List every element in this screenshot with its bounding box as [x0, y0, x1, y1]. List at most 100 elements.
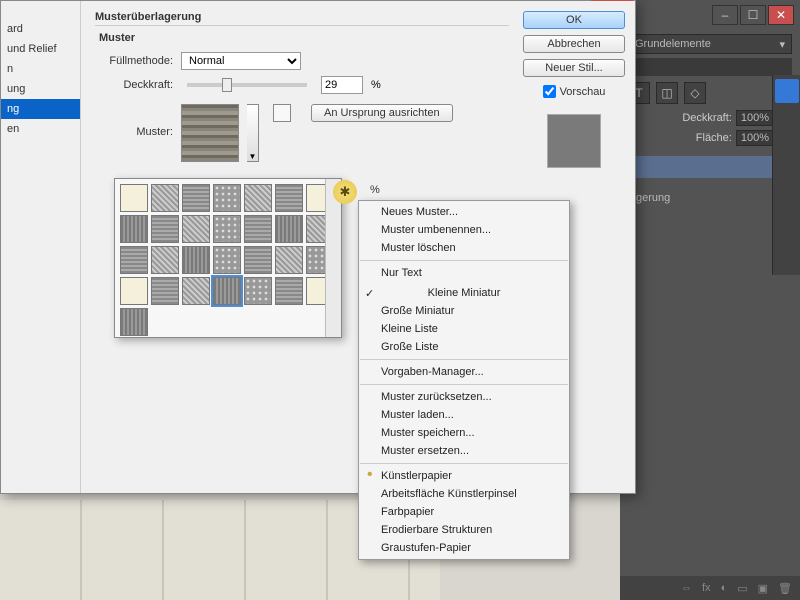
pattern-swatch[interactable]: [306, 184, 325, 212]
folder-icon[interactable]: ▭: [737, 582, 747, 595]
cancel-button[interactable]: Abbrechen: [523, 35, 625, 53]
collapsed-panel-strip[interactable]: [772, 75, 800, 275]
pattern-swatch[interactable]: [182, 277, 210, 305]
pattern-swatch[interactable]: [244, 277, 272, 305]
app-window-controls: – ☐ ✕: [620, 0, 800, 30]
pattern-swatch[interactable]: [306, 246, 325, 274]
fx-icon[interactable]: fx: [702, 582, 711, 594]
pattern-grid[interactable]: [115, 179, 325, 337]
preview-checkbox[interactable]: Vorschau: [523, 85, 625, 98]
pattern-preview[interactable]: [181, 104, 239, 162]
menu-item[interactable]: Große Miniatur: [359, 302, 569, 320]
menu-item[interactable]: Erodierbare Strukturen: [359, 521, 569, 539]
effect-list-item[interactable]: n: [1, 59, 80, 79]
opacity-input[interactable]: [321, 76, 363, 94]
workspace-selector[interactable]: Grundelemente ▾: [628, 34, 792, 54]
menu-item[interactable]: Muster zurücksetzen...: [359, 388, 569, 406]
layer-effect-item[interactable]: gerung: [628, 188, 792, 208]
pattern-swatch[interactable]: [213, 184, 241, 212]
pattern-swatch[interactable]: [306, 277, 325, 305]
effect-list-item[interactable]: ng: [1, 99, 80, 119]
pattern-dropdown-arrow[interactable]: ▼: [247, 104, 259, 162]
effect-list-item[interactable]: ard: [1, 19, 80, 39]
menu-item[interactable]: Nur Text: [359, 264, 569, 282]
path-tool-icon[interactable]: ◇: [684, 82, 706, 104]
opacity-row: Deckkraft: 100% ▾: [628, 110, 792, 126]
link-icon[interactable]: ⇔: [681, 582, 692, 594]
snap-to-origin-icon[interactable]: [273, 104, 291, 122]
menu-item[interactable]: Muster umbenennen...: [359, 221, 569, 239]
close-button[interactable]: ✕: [768, 5, 794, 25]
ruler: [628, 58, 792, 76]
pattern-swatch[interactable]: [213, 277, 241, 305]
menu-item[interactable]: Kleine Miniatur: [359, 284, 569, 302]
pattern-swatch[interactable]: [120, 277, 148, 305]
pattern-swatch[interactable]: [213, 215, 241, 243]
pattern-swatch[interactable]: [120, 215, 148, 243]
menu-item[interactable]: Kleine Liste: [359, 320, 569, 338]
align-origin-button[interactable]: An Ursprung ausrichten: [311, 104, 453, 122]
pattern-picker-flyout: [114, 178, 342, 338]
new-style-button[interactable]: Neuer Stil...: [523, 59, 625, 77]
new-layer-icon[interactable]: ▣: [758, 582, 768, 595]
workspace-label: Grundelemente: [635, 38, 711, 50]
minimize-button[interactable]: –: [712, 5, 738, 25]
menu-item[interactable]: Muster ersetzen...: [359, 442, 569, 460]
crop-tool-icon[interactable]: ◫: [656, 82, 678, 104]
opacity-slider[interactable]: [187, 83, 307, 87]
effect-list-item[interactable]: und Relief: [1, 39, 80, 59]
right-panel-dock: – ☐ ✕ Grundelemente▾ T ◫ ◇ Deckkraft: 10…: [620, 0, 800, 600]
pattern-swatch[interactable]: [213, 246, 241, 274]
pattern-swatch[interactable]: [120, 184, 148, 212]
pattern-swatch[interactable]: [244, 215, 272, 243]
style-preview-swatch: [547, 114, 601, 168]
layers-bottom-bar: ⇔ fx ◐ ▭ ▣ 🗑: [620, 576, 800, 600]
pattern-swatch[interactable]: [275, 246, 303, 274]
pattern-swatch[interactable]: [244, 184, 272, 212]
fill-label: Fläche:: [696, 132, 732, 144]
pattern-swatch[interactable]: [182, 246, 210, 274]
pattern-context-menu: Neues Muster...Muster umbenennen...Muste…: [358, 200, 570, 560]
pattern-swatch[interactable]: [120, 246, 148, 274]
pattern-swatch[interactable]: [275, 277, 303, 305]
menu-item[interactable]: Vorgaben-Manager...: [359, 363, 569, 381]
pattern-swatch[interactable]: [275, 215, 303, 243]
chevron-down-icon: ▾: [779, 38, 785, 51]
blend-mode-label: Füllmethode:: [95, 55, 173, 67]
menu-item[interactable]: Große Liste: [359, 338, 569, 356]
menu-item[interactable]: Muster speichern...: [359, 424, 569, 442]
pattern-swatch[interactable]: [182, 184, 210, 212]
pattern-swatch[interactable]: [151, 184, 179, 212]
mask-icon[interactable]: ◐: [721, 582, 728, 594]
effect-list-item[interactable]: en: [1, 119, 80, 139]
menu-item[interactable]: Arbeitsfläche Künstlerpinsel: [359, 485, 569, 503]
pattern-swatch[interactable]: [151, 215, 179, 243]
menu-item[interactable]: Künstlerpapier: [359, 467, 569, 485]
pattern-swatch[interactable]: [244, 246, 272, 274]
fill-row: Fläche: 100% ▾: [628, 130, 792, 146]
opacity-value[interactable]: 100%: [736, 110, 774, 126]
pattern-swatch[interactable]: [275, 184, 303, 212]
pattern-label: Muster:: [95, 126, 173, 138]
menu-item[interactable]: Muster laden...: [359, 406, 569, 424]
maximize-button[interactable]: ☐: [740, 5, 766, 25]
menu-item[interactable]: Graustufen-Papier: [359, 539, 569, 557]
pattern-swatch[interactable]: [151, 277, 179, 305]
dialog-close-button[interactable]: ✕: [591, 0, 633, 1]
menu-item[interactable]: Neues Muster...: [359, 203, 569, 221]
ok-button[interactable]: OK: [523, 11, 625, 29]
fill-value[interactable]: 100%: [736, 130, 774, 146]
gear-icon[interactable]: ✱: [333, 180, 357, 204]
effect-list-item[interactable]: ung: [1, 79, 80, 99]
pattern-swatch[interactable]: [151, 246, 179, 274]
dlg-opacity-label: Deckkraft:: [95, 79, 173, 91]
trash-icon[interactable]: 🗑: [778, 582, 792, 595]
layer-fx-row[interactable]: fx: [628, 156, 792, 178]
blend-mode-select[interactable]: Normal: [181, 52, 301, 70]
pattern-swatch[interactable]: [182, 215, 210, 243]
pattern-swatch[interactable]: [120, 308, 148, 336]
menu-item[interactable]: Muster löschen: [359, 239, 569, 257]
menu-item[interactable]: Farbpapier: [359, 503, 569, 521]
pattern-swatch[interactable]: [306, 215, 325, 243]
opacity-label: Deckkraft:: [682, 112, 732, 124]
